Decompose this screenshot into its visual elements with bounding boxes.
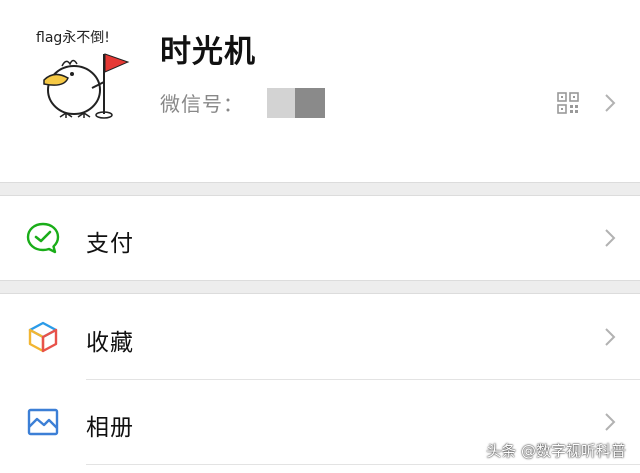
avatar-caption: flag永不倒! bbox=[36, 30, 110, 46]
chevron-right-icon bbox=[603, 326, 617, 348]
wechat-pay-icon bbox=[26, 221, 60, 255]
chevron-right-icon bbox=[603, 411, 617, 433]
wechat-id-redacted bbox=[267, 88, 325, 118]
watermark: 头条 @数字视听科普 bbox=[486, 442, 626, 460]
wechat-id-label: 微信号： bbox=[160, 92, 244, 116]
profile-chevron-right-icon bbox=[603, 92, 617, 114]
profile-name: 时光机 bbox=[160, 34, 256, 70]
profile-card[interactable]: flag永不倒! 时光机 微信号： bbox=[0, 0, 640, 182]
menu-item-label: 收藏 bbox=[86, 330, 134, 356]
menu-item-pay[interactable]: 支付 bbox=[0, 196, 640, 280]
qr-code-icon[interactable] bbox=[557, 92, 579, 114]
section-divider bbox=[0, 182, 640, 183]
avatar-illustration: flag永不倒! bbox=[36, 30, 130, 119]
menu-item-label: 支付 bbox=[86, 231, 134, 257]
cube-icon bbox=[26, 320, 60, 354]
chevron-right-icon bbox=[603, 227, 617, 249]
row-separator bbox=[86, 464, 640, 465]
section-divider bbox=[0, 280, 640, 281]
avatar[interactable]: flag永不倒! bbox=[32, 22, 134, 124]
picture-icon bbox=[26, 405, 60, 439]
menu-item-favorites[interactable]: 收藏 bbox=[0, 294, 640, 379]
menu-item-label: 相册 bbox=[86, 415, 134, 441]
